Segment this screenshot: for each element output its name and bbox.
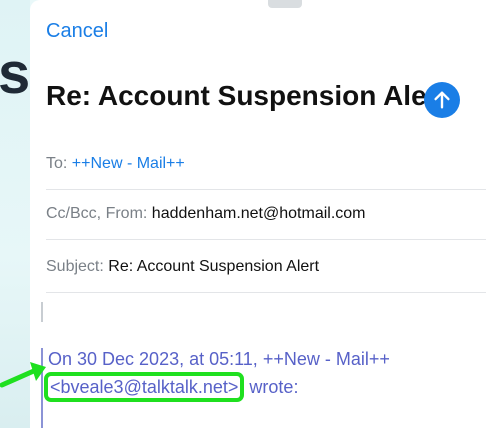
- quoted-header: On 30 Dec 2023, at 05:11, ++New - Mail++…: [44, 346, 390, 402]
- to-field[interactable]: To: ++New - Mail++: [46, 155, 486, 190]
- quote-tail: wrote:: [249, 377, 299, 397]
- quote-line-1: On 30 Dec 2023, at 05:11, ++New - Mail++: [48, 349, 390, 369]
- cancel-button[interactable]: Cancel: [46, 20, 108, 43]
- highlighted-email[interactable]: <bveale3@talktalk.net>: [44, 372, 245, 402]
- subject-field[interactable]: Subject: Re: Account Suspension Alert: [46, 258, 486, 293]
- cc-from-label: Cc/Bcc, From:: [46, 205, 148, 222]
- text-cursor: [41, 302, 43, 322]
- arrow-up-icon: [434, 91, 450, 109]
- from-address[interactable]: haddenham.net@hotmail.com: [152, 205, 366, 222]
- message-title: Re: Account Suspension Alert: [46, 80, 447, 111]
- to-recipient[interactable]: ++New - Mail++: [72, 155, 185, 172]
- subject-label: Subject:: [46, 258, 104, 275]
- cc-bcc-from-field[interactable]: Cc/Bcc, From: haddenham.net@hotmail.com: [46, 205, 486, 240]
- green-arrow-annotation: [0, 362, 46, 388]
- compose-sheet: Cancel Re: Account Suspension Alert To: …: [30, 0, 486, 428]
- subject-input[interactable]: Re: Account Suspension Alert: [108, 258, 319, 275]
- to-label: To:: [46, 155, 68, 172]
- quote-line-2: <bveale3@talktalk.net> wrote:: [44, 372, 390, 402]
- sheet-grabber[interactable]: [268, 0, 302, 8]
- background-text: s: [0, 41, 30, 106]
- send-button[interactable]: [424, 82, 460, 118]
